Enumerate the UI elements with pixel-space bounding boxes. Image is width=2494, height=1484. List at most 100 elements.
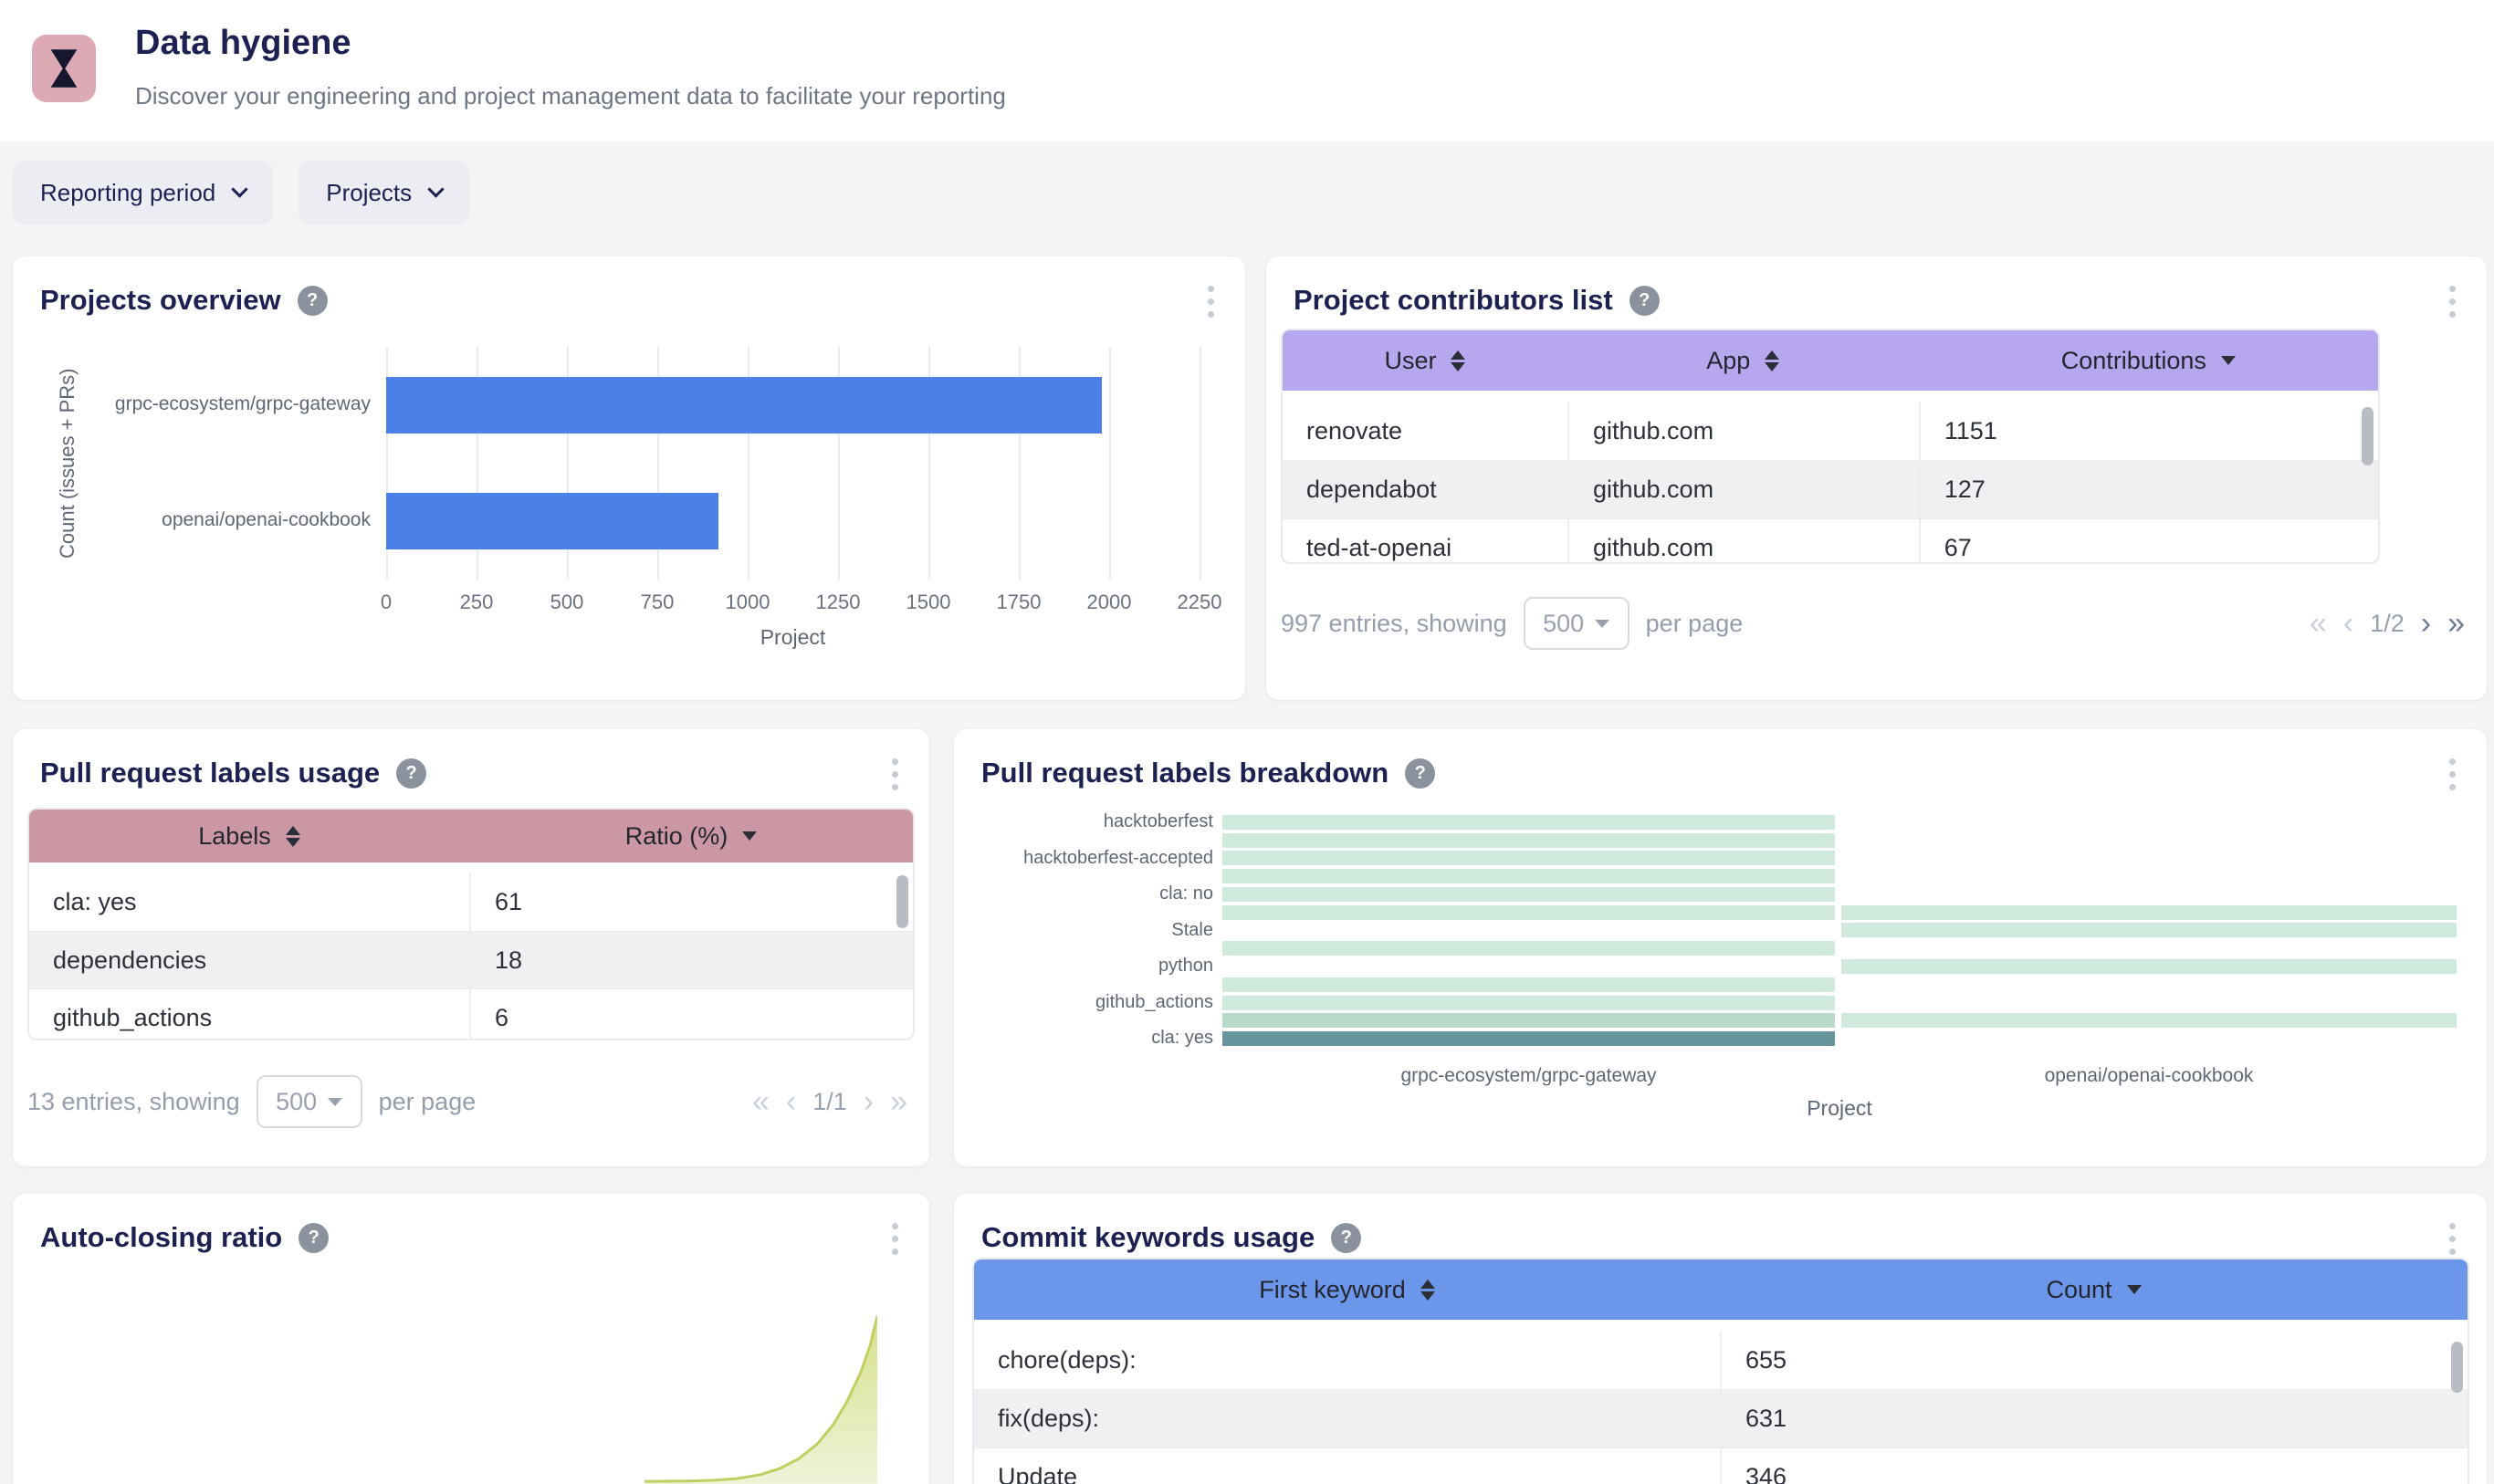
- x-tick-label: 1750: [996, 590, 1042, 613]
- table-row[interactable]: dependabot github.com 127: [1283, 460, 2378, 518]
- help-icon[interactable]: ?: [297, 285, 328, 316]
- kebab-menu-icon[interactable]: [2444, 280, 2461, 323]
- table-row[interactable]: renovate github.com 1151: [1283, 402, 2378, 460]
- cell-app: github.com: [1567, 402, 1919, 460]
- heatmap-row: [1222, 957, 2457, 976]
- projects-label: Projects: [326, 178, 413, 206]
- breakdown-y-labels: hacktoberfest hacktoberfest-accepted cla: …: [954, 812, 1213, 1048]
- prev-page-button[interactable]: ‹: [786, 1084, 796, 1120]
- bar: [386, 493, 719, 550]
- table-row[interactable]: ted-at-openai github.com 67: [1283, 518, 2378, 562]
- table-row[interactable]: dependencies 18: [29, 931, 913, 988]
- heatmap-bar: [1841, 904, 2457, 920]
- heatmap-cell: [1841, 887, 2457, 902]
- cell-ratio: 61: [469, 873, 913, 931]
- page-subtitle: Discover your engineering and project ma…: [135, 82, 1006, 110]
- first-page-button[interactable]: «: [2310, 606, 2327, 642]
- next-page-button[interactable]: ›: [2421, 606, 2431, 642]
- heatmap-cell: [1222, 959, 1835, 974]
- sort-icon[interactable]: [1451, 350, 1466, 371]
- x-tick-label: 250: [459, 590, 494, 613]
- reporting-period-dropdown[interactable]: Reporting period: [13, 161, 274, 225]
- column-header-user[interactable]: User: [1283, 330, 1567, 391]
- heatmap-cell: [1222, 869, 1835, 884]
- sort-desc-icon[interactable]: [2220, 356, 2236, 365]
- scrollbar-thumb[interactable]: [896, 875, 908, 928]
- heatmap-cell: [1841, 1013, 2457, 1029]
- cell-app: github.com: [1567, 519, 1919, 562]
- commit-keywords-table: First keyword Count chore(deps): 655 fix…: [972, 1258, 2469, 1484]
- cell-label: github_actions: [53, 1003, 213, 1031]
- sort-desc-icon[interactable]: [2126, 1285, 2142, 1294]
- help-icon[interactable]: ?: [396, 758, 427, 789]
- table-row[interactable]: github_actions 6: [29, 988, 913, 1039]
- x-tick-label: 1500: [906, 590, 951, 613]
- column-label: First keyword: [1259, 1275, 1406, 1303]
- page-size-select[interactable]: 500: [256, 1075, 362, 1128]
- kebab-menu-icon[interactable]: [2444, 753, 2461, 796]
- sort-icon[interactable]: [285, 825, 300, 847]
- x-tick-label: 1250: [815, 590, 861, 613]
- kebab-menu-icon[interactable]: [886, 1218, 904, 1260]
- heatmap-cell: [1222, 904, 1835, 920]
- help-icon[interactable]: ?: [1331, 1222, 1362, 1253]
- next-page-button[interactable]: ›: [864, 1084, 874, 1120]
- heatmap-cell: [1222, 851, 1835, 866]
- overview-x-ticks: 0 250 500 750 1000 1250 1500 1750 2000 2250: [381, 590, 1222, 616]
- y-tick-label: [954, 831, 1213, 850]
- heatmap-cell: [1222, 923, 1835, 937]
- entries-text: 997 entries, showing: [1281, 609, 1507, 637]
- y-tick-label: python: [1158, 956, 1213, 977]
- per-page-text: per page: [1645, 609, 1744, 637]
- y-tick-label: github_actions: [1095, 991, 1213, 1012]
- sort-desc-icon[interactable]: [742, 831, 758, 841]
- cell-label: dependencies: [53, 946, 207, 974]
- overview-plot: [386, 347, 1201, 580]
- cell-contributions: 1151: [1918, 402, 2378, 460]
- prev-page-button[interactable]: ‹: [2343, 606, 2353, 642]
- heatmap-bar: [1222, 1013, 1835, 1029]
- column-header-count[interactable]: Count: [1720, 1259, 2468, 1320]
- column-label: Contributions: [2060, 346, 2206, 374]
- help-icon[interactable]: ?: [1629, 285, 1660, 316]
- scrollbar-thumb[interactable]: [2362, 407, 2373, 465]
- scrollbar-thumb[interactable]: [2451, 1342, 2463, 1393]
- projects-dropdown[interactable]: Projects: [299, 161, 470, 225]
- column-header-contributions[interactable]: Contributions: [1919, 330, 2378, 391]
- heatmap-cell: [1841, 904, 2457, 920]
- page-indicator: 1/2: [2370, 609, 2405, 637]
- column-header-first-keyword[interactable]: First keyword: [974, 1259, 1720, 1320]
- first-page-button[interactable]: «: [752, 1084, 770, 1120]
- sort-icon[interactable]: [1765, 350, 1780, 371]
- cell-label: cla: yes: [53, 888, 137, 915]
- last-page-button[interactable]: »: [2447, 606, 2465, 642]
- heatmap-row: [1222, 813, 2457, 831]
- table-row[interactable]: chore(deps): 655: [974, 1331, 2468, 1389]
- table-row[interactable]: Update 346: [974, 1447, 2468, 1484]
- panel-title: Commit keywords usage: [981, 1221, 1315, 1253]
- heatmap-row: [1222, 867, 2457, 885]
- kebab-menu-icon[interactable]: [1202, 280, 1220, 323]
- column-label: App: [1706, 346, 1751, 374]
- x-tick-label: 2000: [1086, 590, 1132, 613]
- heatmap-bar: [1222, 851, 1835, 866]
- heatmap-row: [1222, 976, 2457, 994]
- column-header-app[interactable]: App: [1567, 330, 1919, 391]
- cell-count: 655: [1720, 1331, 2468, 1389]
- kebab-menu-icon[interactable]: [2444, 1218, 2461, 1260]
- help-icon[interactable]: ?: [299, 1222, 330, 1253]
- x-tick-label: 750: [640, 590, 675, 613]
- page-size-select[interactable]: 500: [1523, 597, 1629, 650]
- y-tick-label: Stale: [1171, 919, 1213, 940]
- table-row[interactable]: cla: yes 61: [29, 873, 913, 931]
- last-page-button[interactable]: »: [890, 1084, 907, 1120]
- table-row[interactable]: fix(deps): 631: [974, 1389, 2468, 1447]
- sort-icon[interactable]: [1420, 1279, 1435, 1301]
- heatmap-cell: [1841, 941, 2457, 956]
- column-header-labels[interactable]: Labels: [29, 810, 469, 862]
- help-icon[interactable]: ?: [1405, 758, 1436, 789]
- heatmap-cell: [1222, 941, 1835, 956]
- kebab-menu-icon[interactable]: [886, 753, 904, 796]
- column-header-ratio[interactable]: Ratio (%): [469, 810, 913, 862]
- cell-user: ted-at-openai: [1306, 534, 1452, 561]
